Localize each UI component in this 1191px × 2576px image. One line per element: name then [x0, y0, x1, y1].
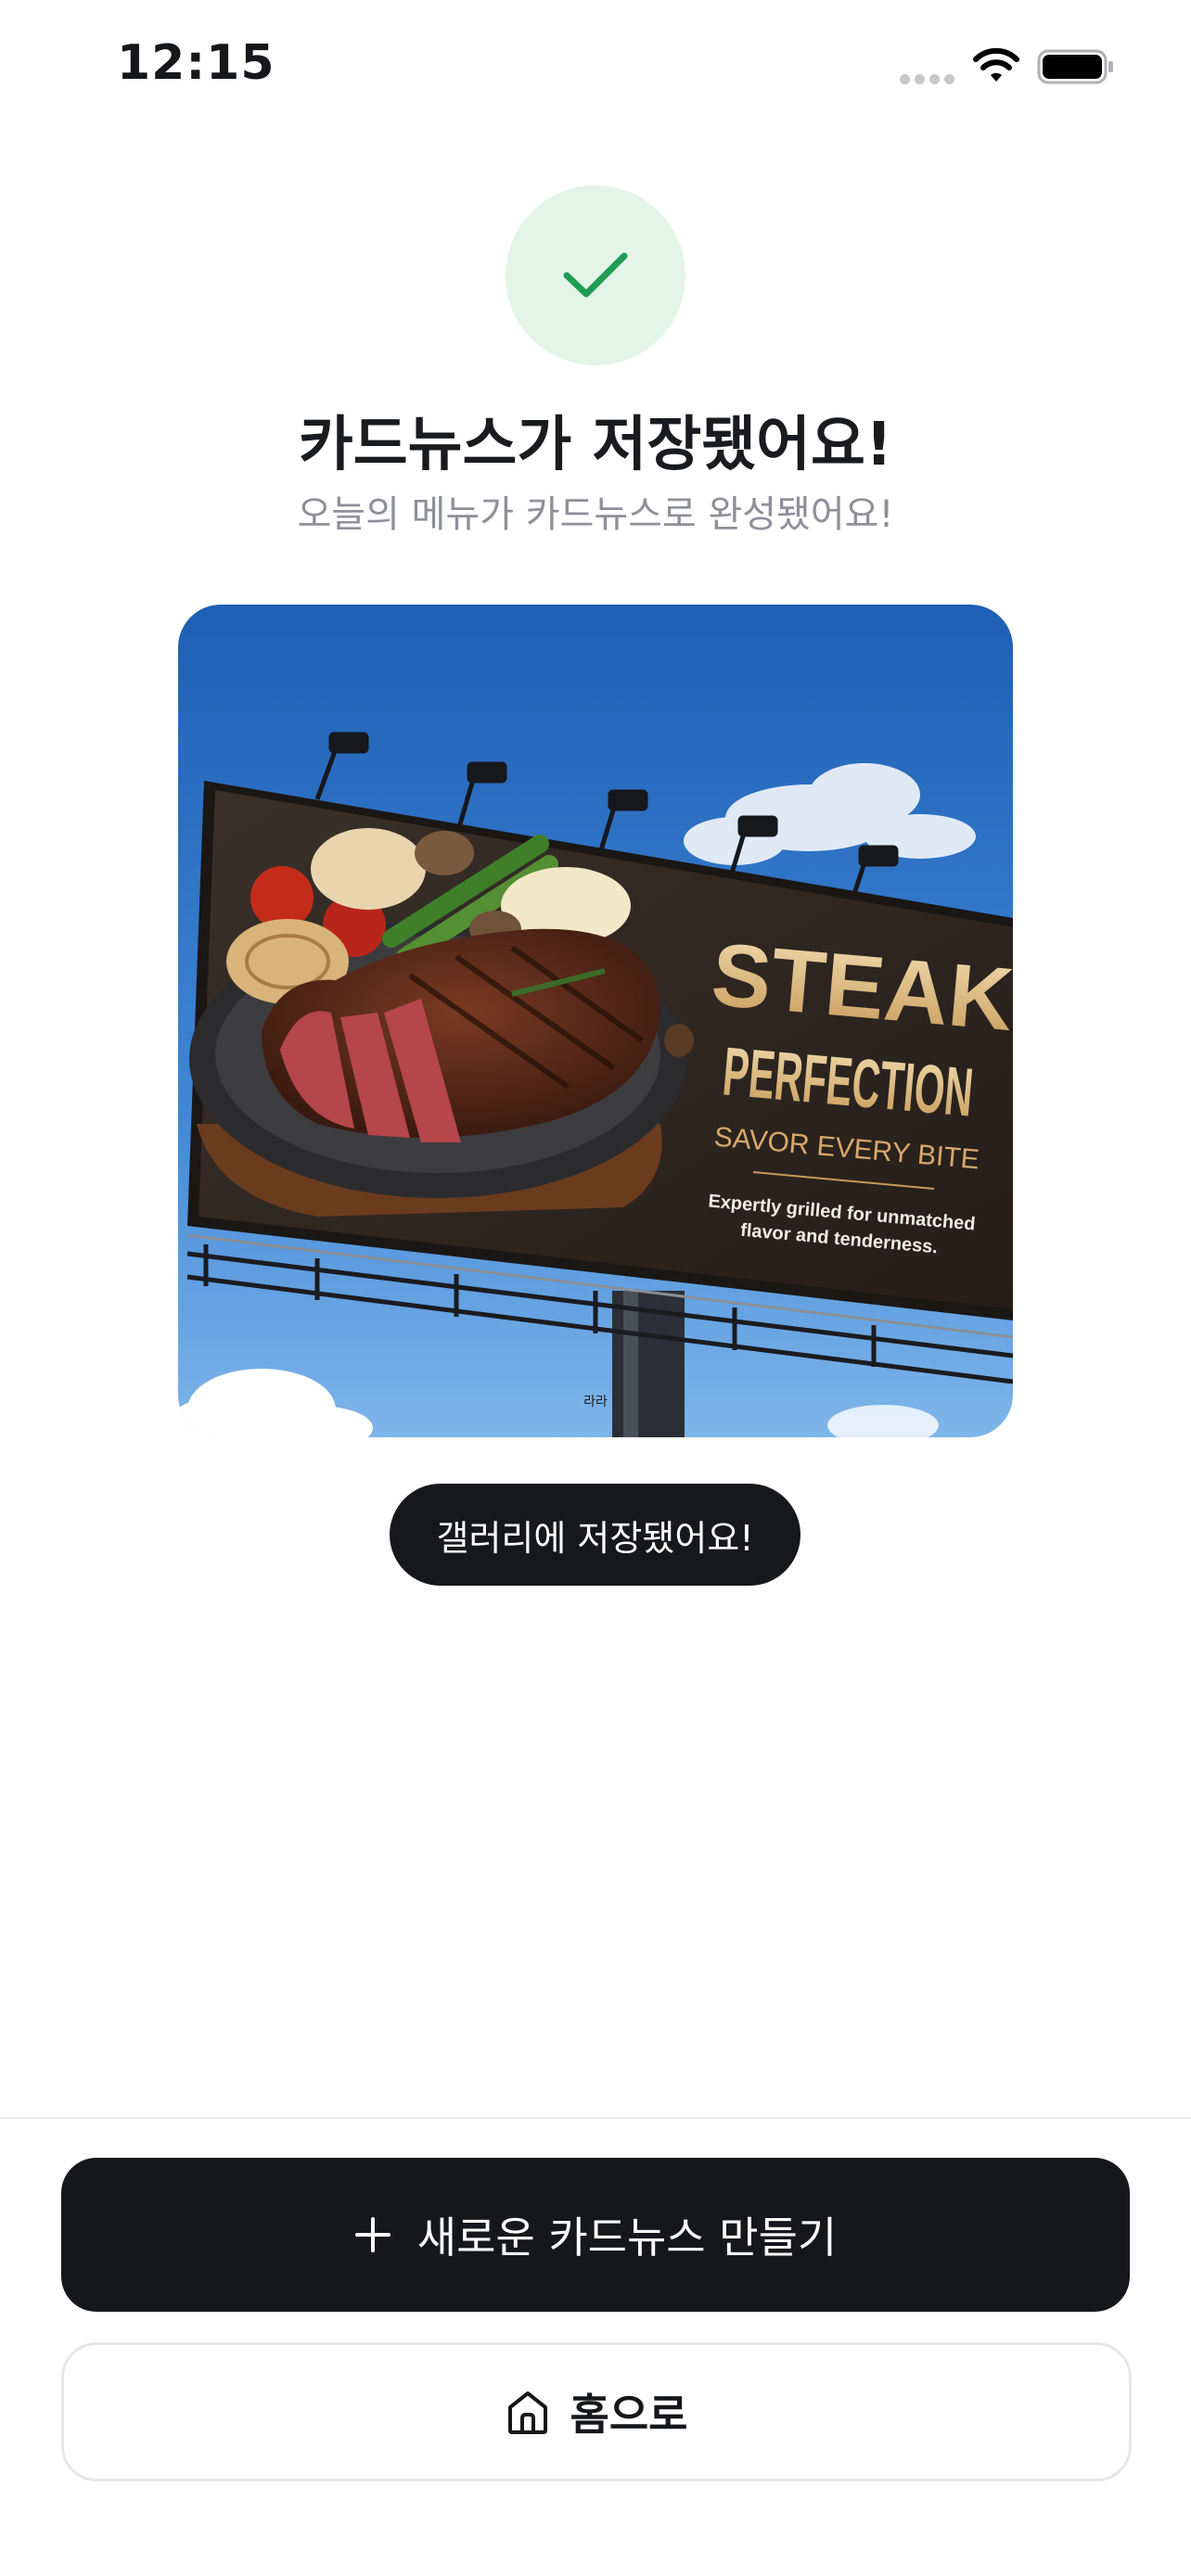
saved-toast: 갤러리에 저장됐어요!: [390, 1484, 800, 1586]
home-label: 홈으로: [570, 2390, 688, 2440]
wifi-icon: [973, 47, 1019, 82]
cellular-signal-icon: [900, 74, 954, 84]
check-icon: [563, 252, 628, 298]
status-bar: 12:15: [0, 0, 1191, 139]
card-news-image: STEAK PERFECTION SAVOR EVERY BITE Expert…: [178, 605, 1013, 1437]
plus-icon: [354, 2217, 391, 2252]
success-badge: [506, 185, 685, 365]
bottom-divider: [0, 2117, 1191, 2119]
home-icon: [507, 2391, 547, 2434]
status-time: 12:15: [117, 35, 275, 91]
billboard-illustration: STEAK PERFECTION SAVOR EVERY BITE Expert…: [178, 605, 1013, 1437]
page-title: 카드뉴스가 저장됐어요!: [298, 411, 893, 479]
battery-icon: [1037, 49, 1113, 84]
create-new-card-button[interactable]: 새로운 카드뉴스 만들기: [61, 2158, 1130, 2312]
billboard-caption: 라라: [583, 1394, 608, 1409]
page-subtitle: 오늘의 메뉴가 카드뉴스로 완성됐어요!: [297, 493, 894, 536]
create-new-card-label: 새로운 카드뉴스 만들기: [416, 2213, 838, 2263]
home-button[interactable]: 홈으로: [61, 2342, 1132, 2481]
